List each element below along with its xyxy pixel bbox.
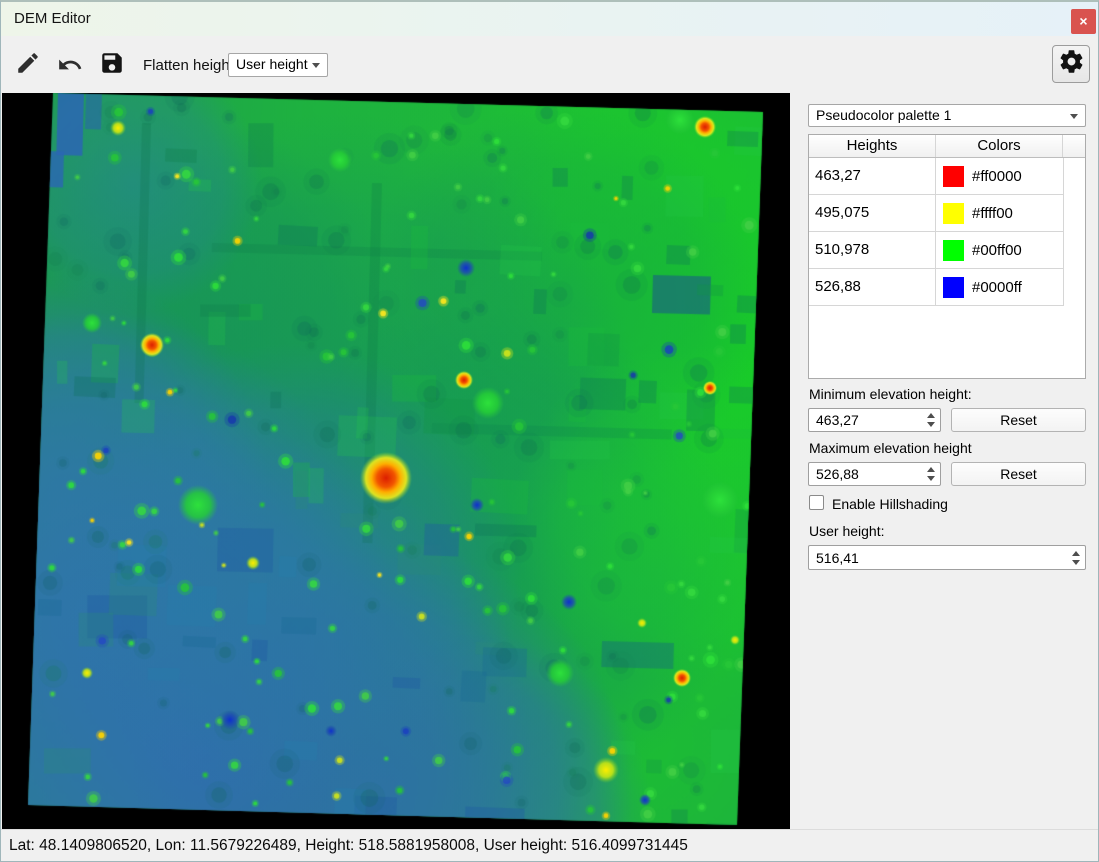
min-reset-button[interactable]: Reset <box>951 408 1086 432</box>
color-cell[interactable]: #00ff00 <box>936 232 1063 268</box>
flatten-height-value: User height <box>236 56 308 72</box>
palette-row[interactable]: 495,075 #ffff00 <box>809 195 1064 232</box>
color-swatch <box>943 240 964 261</box>
hillshading-label: Enable Hillshading <box>832 496 948 512</box>
floppy-disk-icon <box>99 64 125 79</box>
user-height-value: 516,41 <box>816 549 859 567</box>
color-hex: #ffff00 <box>972 205 1013 222</box>
min-elevation-label: Minimum elevation height: <box>809 386 972 402</box>
color-cell[interactable]: #ffff00 <box>936 195 1063 231</box>
color-cell[interactable]: #0000ff <box>936 269 1063 305</box>
palette-dropdown[interactable]: Pseudocolor palette 1 <box>808 104 1086 127</box>
min-elevation-spinbox[interactable]: 463,27 <box>808 408 941 432</box>
color-hex: #0000ff <box>972 279 1022 296</box>
height-cell[interactable]: 526,88 <box>809 269 936 305</box>
dem-map-canvas[interactable] <box>2 93 790 829</box>
max-reset-button[interactable]: Reset <box>951 462 1086 486</box>
spin-down-icon[interactable] <box>927 422 935 427</box>
dem-map-viewport[interactable] <box>2 93 790 829</box>
max-elevation-value: 526,88 <box>816 465 859 483</box>
colors-column-header[interactable]: Colors <box>936 135 1063 157</box>
palette-table[interactable]: Heights Colors 463,27 #ff0000 495,075 #ffff… <box>808 134 1086 379</box>
palette-row[interactable]: 510,978 #00ff00 <box>809 232 1064 269</box>
status-coordinates-text: Lat: 48.1409806520, Lon: 11.5679226489, … <box>9 837 688 855</box>
settings-button[interactable] <box>1052 45 1090 83</box>
color-hex: #00ff00 <box>972 242 1022 259</box>
palette-row[interactable]: 463,27 #ff0000 <box>809 158 1064 195</box>
spin-down-icon[interactable] <box>927 476 935 481</box>
save-button[interactable] <box>97 49 127 79</box>
status-bar: Lat: 48.1409806520, Lon: 11.5679226489, … <box>1 829 1098 861</box>
spin-up-icon[interactable] <box>927 467 935 472</box>
palette-table-body: 463,27 #ff0000 495,075 #ffff00 510,978 #00ff0… <box>809 158 1085 306</box>
toolbar: Flatten height User height <box>1 36 1098 93</box>
title-bar: DEM Editor × <box>1 2 1098 36</box>
window-title: DEM Editor <box>14 10 91 27</box>
height-cell[interactable]: 463,27 <box>809 158 936 194</box>
heights-column-header[interactable]: Heights <box>809 135 936 157</box>
spin-up-icon[interactable] <box>1072 551 1080 556</box>
hillshading-checkbox[interactable] <box>809 495 824 510</box>
flatten-height-label: Flatten height <box>143 57 234 74</box>
chevron-down-icon <box>1070 114 1078 119</box>
user-height-spinbox[interactable]: 516,41 <box>808 545 1086 570</box>
height-cell[interactable]: 510,978 <box>809 232 936 268</box>
flatten-height-dropdown[interactable]: User height <box>228 53 328 77</box>
color-swatch <box>943 166 964 187</box>
close-button[interactable]: × <box>1071 9 1096 34</box>
height-cell[interactable]: 495,075 <box>809 195 936 231</box>
palette-row[interactable]: 526,88 #0000ff <box>809 269 1064 306</box>
spin-down-icon[interactable] <box>1072 560 1080 565</box>
color-swatch <box>943 203 964 224</box>
color-hex: #ff0000 <box>972 168 1022 185</box>
edit-button[interactable] <box>13 49 43 79</box>
gear-icon <box>1058 48 1085 80</box>
pencil-icon <box>15 64 41 79</box>
max-elevation-spinbox[interactable]: 526,88 <box>808 462 941 486</box>
palette-dropdown-value: Pseudocolor palette 1 <box>816 107 951 123</box>
palette-table-header: Heights Colors <box>809 135 1085 158</box>
undo-button[interactable] <box>55 51 85 81</box>
min-elevation-value: 463,27 <box>816 411 859 429</box>
undo-arrow-icon <box>57 66 83 81</box>
color-cell[interactable]: #ff0000 <box>936 158 1063 194</box>
spin-up-icon[interactable] <box>927 413 935 418</box>
color-swatch <box>943 277 964 298</box>
max-elevation-label: Maximum elevation height <box>809 440 972 456</box>
close-icon: × <box>1079 13 1087 29</box>
side-panel: Pseudocolor palette 1 Heights Colors 463… <box>792 93 1098 829</box>
chevron-down-icon <box>312 63 320 68</box>
user-height-label: User height: <box>809 523 884 539</box>
